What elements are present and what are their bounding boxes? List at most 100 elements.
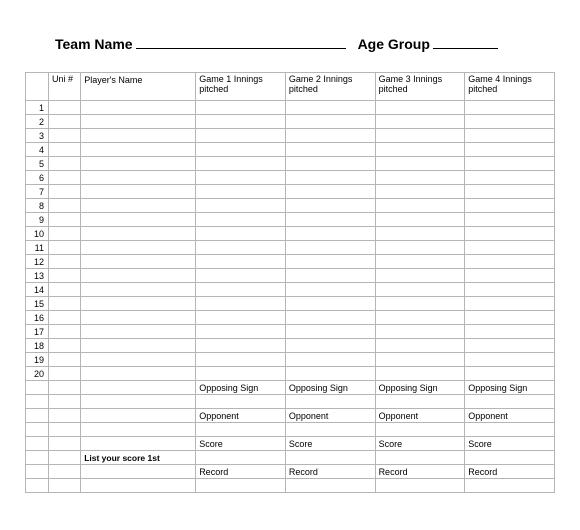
cell-uni [49, 325, 81, 339]
cell-game4 [465, 213, 555, 227]
summary-row-record: Record Record Record Record [26, 465, 555, 479]
cell-uni [49, 297, 81, 311]
cell-game2 [285, 353, 375, 367]
cell-game4 [465, 311, 555, 325]
cell-uni [49, 311, 81, 325]
table-header-row: Uni # Player's Name Game 1 Innings pitch… [26, 73, 555, 101]
cell-uni [49, 339, 81, 353]
row-number: 2 [26, 115, 49, 129]
cell-name [81, 325, 196, 339]
summary-row-opposing-sign: Opposing Sign Opposing Sign Opposing Sig… [26, 381, 555, 395]
table-row: 16 [26, 311, 555, 325]
cell-name [81, 339, 196, 353]
cell-game4 [465, 227, 555, 241]
cell-game4 [465, 185, 555, 199]
cell-game1 [196, 143, 286, 157]
cell-game3 [375, 129, 465, 143]
table-row: 19 [26, 353, 555, 367]
table-row: 13 [26, 269, 555, 283]
cell-game4 [465, 353, 555, 367]
cell-game1 [196, 269, 286, 283]
cell-game4 [465, 283, 555, 297]
table-row: 2 [26, 115, 555, 129]
cell-game2 [285, 171, 375, 185]
cell-uni [49, 101, 81, 115]
table-row: 4 [26, 143, 555, 157]
cell-game1 [196, 367, 286, 381]
cell-game3 [375, 157, 465, 171]
cell-game2 [285, 311, 375, 325]
row-number: 15 [26, 297, 49, 311]
row-number: 3 [26, 129, 49, 143]
cell-game3 [375, 227, 465, 241]
cell-game2 [285, 367, 375, 381]
cell-game2 [285, 339, 375, 353]
cell-name [81, 255, 196, 269]
cell-game3 [375, 213, 465, 227]
cell-game3 [375, 115, 465, 129]
cell-game2 [285, 129, 375, 143]
table-row: 6 [26, 171, 555, 185]
table-row: 15 [26, 297, 555, 311]
row-number: 14 [26, 283, 49, 297]
row-number: 7 [26, 185, 49, 199]
cell-uni [49, 129, 81, 143]
cell-game2 [285, 143, 375, 157]
cell-name [81, 297, 196, 311]
score-note: List your score 1st [81, 451, 196, 465]
cell-name [81, 353, 196, 367]
cell-game3 [375, 367, 465, 381]
cell-game2 [285, 115, 375, 129]
cell-game3 [375, 353, 465, 367]
cell-game2 [285, 297, 375, 311]
row-number: 12 [26, 255, 49, 269]
row-number: 13 [26, 269, 49, 283]
cell-uni [49, 353, 81, 367]
header-name: Player's Name [81, 73, 196, 101]
cell-name [81, 367, 196, 381]
cell-name [81, 101, 196, 115]
cell-game1 [196, 339, 286, 353]
row-number: 17 [26, 325, 49, 339]
cell-game4 [465, 101, 555, 115]
cell-name [81, 227, 196, 241]
cell-game2 [285, 241, 375, 255]
age-group-label: Age Group [358, 36, 430, 52]
table-row: 10 [26, 227, 555, 241]
cell-game4 [465, 255, 555, 269]
header-blank [26, 73, 49, 101]
cell-uni [49, 143, 81, 157]
header-uni: Uni # [49, 73, 81, 101]
row-number: 11 [26, 241, 49, 255]
table-row: 18 [26, 339, 555, 353]
cell-name [81, 185, 196, 199]
cell-game1 [196, 157, 286, 171]
cell-uni [49, 199, 81, 213]
cell-uni [49, 157, 81, 171]
team-name-line [136, 35, 346, 49]
cell-game2 [285, 325, 375, 339]
header-game2: Game 2 Innings pitched [285, 73, 375, 101]
cell-game1 [196, 171, 286, 185]
cell-game1 [196, 101, 286, 115]
cell-game2 [285, 283, 375, 297]
cell-uni [49, 269, 81, 283]
table-row: 1 [26, 101, 555, 115]
table-row: 20 [26, 367, 555, 381]
cell-uni [49, 171, 81, 185]
cell-game3 [375, 199, 465, 213]
cell-game1 [196, 325, 286, 339]
team-name-label: Team Name [55, 36, 133, 52]
cell-game1 [196, 185, 286, 199]
table-row: 5 [26, 157, 555, 171]
cell-game4 [465, 297, 555, 311]
cell-name [81, 269, 196, 283]
cell-name [81, 311, 196, 325]
cell-game2 [285, 101, 375, 115]
row-number: 19 [26, 353, 49, 367]
cell-game4 [465, 143, 555, 157]
summary-row-blank2 [26, 423, 555, 437]
cell-game3 [375, 171, 465, 185]
roster-table: Uni # Player's Name Game 1 Innings pitch… [25, 72, 555, 493]
cell-name [81, 115, 196, 129]
